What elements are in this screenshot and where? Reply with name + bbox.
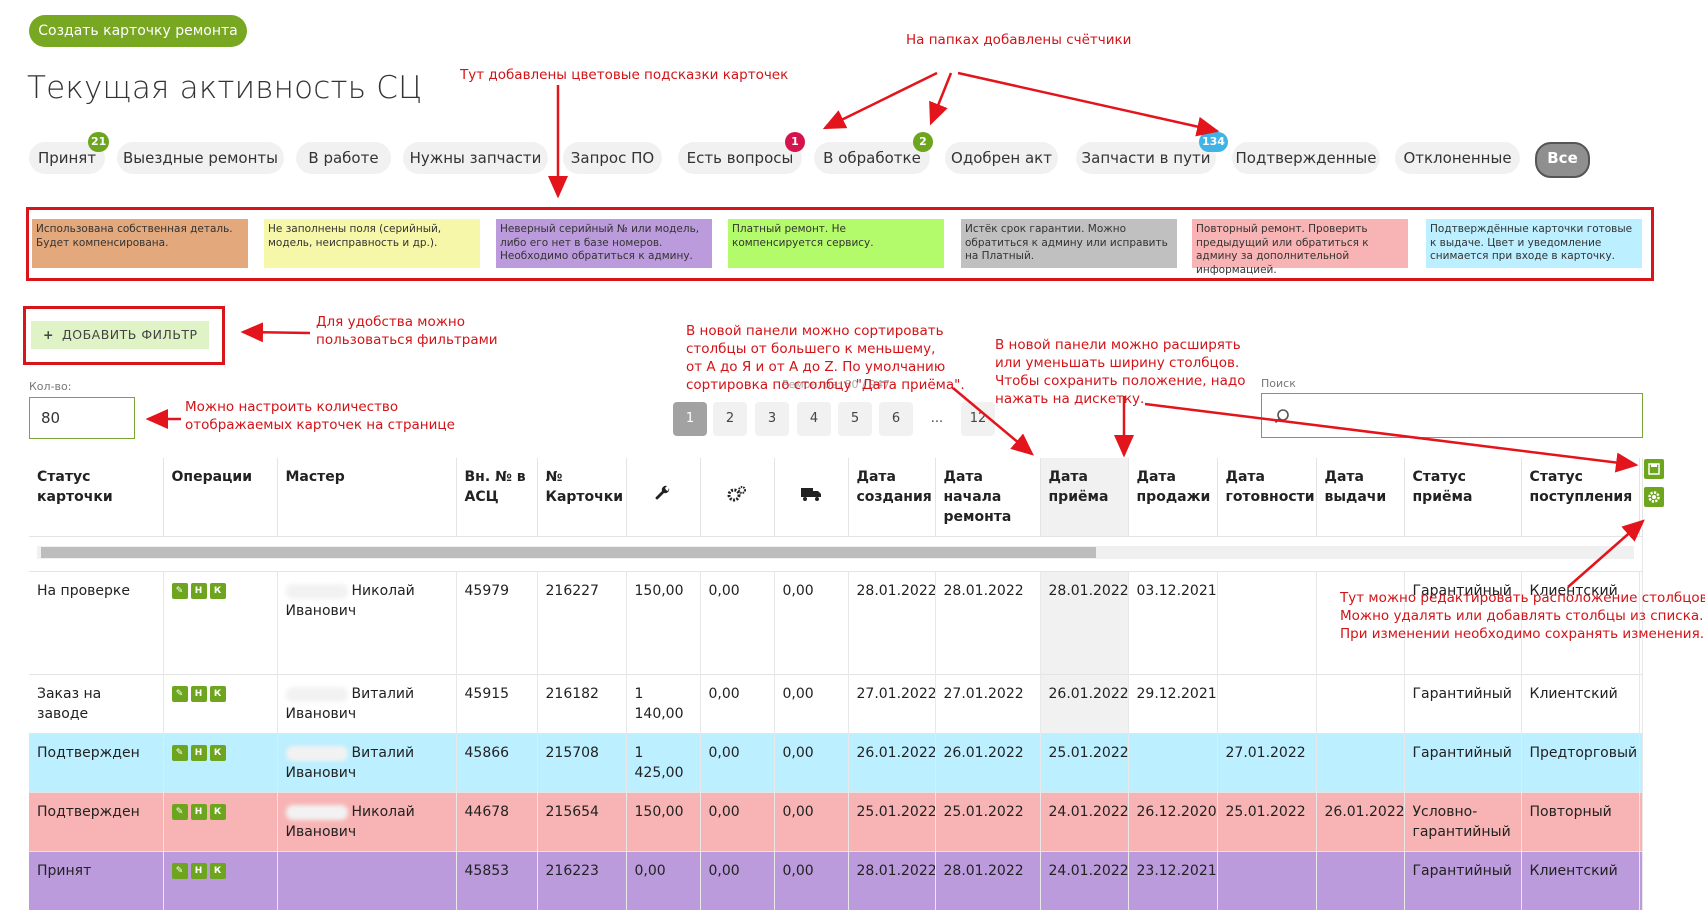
table-cell: 216223 xyxy=(537,852,626,910)
table-cell xyxy=(1217,852,1316,910)
arrow-columns xyxy=(1568,521,1643,587)
table-cell: 23.12.2021 xyxy=(1128,852,1217,910)
table-cell: 0,00 xyxy=(626,852,700,910)
k-button[interactable]: К xyxy=(210,863,226,879)
n-button[interactable]: Н xyxy=(191,863,207,879)
table-cell: 28.01.2022 xyxy=(935,852,1040,910)
row-operations: ✎НК xyxy=(163,852,277,910)
arrow-counters-1 xyxy=(825,73,937,128)
master-cell xyxy=(277,852,456,910)
edit-icon[interactable]: ✎ xyxy=(172,863,188,879)
annotation-arrows xyxy=(0,0,1705,824)
table-row[interactable]: Принят✎НК458532162230,000,000,0028.01.20… xyxy=(29,852,1642,910)
arrow-sort xyxy=(953,388,1032,454)
arrow-filters xyxy=(243,332,310,333)
arrow-save xyxy=(1145,404,1636,465)
table-cell: Принят xyxy=(29,852,163,910)
table-cell: Гарантийный xyxy=(1404,852,1521,910)
table-cell: 28.01.2022 xyxy=(848,852,935,910)
table-cell: Клиентский xyxy=(1521,852,1639,910)
arrow-counters-2 xyxy=(931,73,951,123)
arrow-counters-3 xyxy=(958,73,1217,131)
table-cell: 45853 xyxy=(456,852,537,910)
table-cell: 0,00 xyxy=(700,852,774,910)
table-cell xyxy=(1316,852,1404,910)
table-cell: 24.01.2022 xyxy=(1040,852,1128,910)
table-cell xyxy=(1639,852,1642,910)
table-cell: 0,00 xyxy=(774,852,848,910)
